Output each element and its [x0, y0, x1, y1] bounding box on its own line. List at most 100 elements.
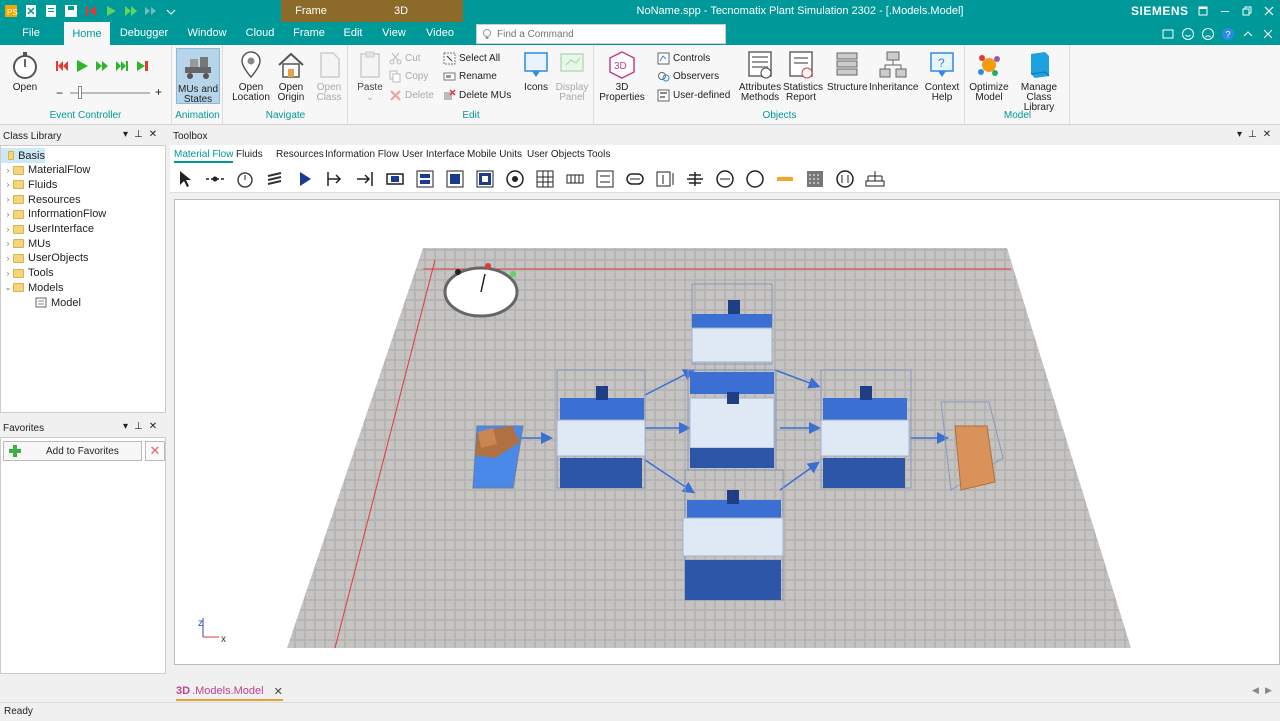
- sorter-icon[interactable]: [834, 168, 856, 190]
- tab-debugger[interactable]: Debugger: [118, 22, 170, 45]
- flow-control-icon[interactable]: [864, 168, 886, 190]
- expander-icon[interactable]: ›: [3, 166, 13, 175]
- assembly-icon[interactable]: [444, 168, 466, 190]
- expander-icon[interactable]: ›: [3, 269, 13, 278]
- turnplate-icon[interactable]: [684, 168, 706, 190]
- expander-icon[interactable]: ›: [3, 195, 13, 204]
- scroll-left-icon[interactable]: ◀: [1252, 685, 1259, 696]
- pane-close-icon[interactable]: ✕: [149, 129, 157, 140]
- pin-icon[interactable]: ⊥: [134, 421, 143, 432]
- tab-frame[interactable]: Frame: [290, 22, 328, 45]
- fullscreen-icon[interactable]: [1160, 26, 1176, 42]
- tree-item-models[interactable]: ⌄ Models: [1, 280, 64, 295]
- toolbox-tab-material-flow[interactable]: Material Flow: [174, 146, 234, 163]
- toolbox-tab-tools[interactable]: Tools: [587, 146, 610, 163]
- close-doc-icon[interactable]: [1260, 26, 1276, 42]
- remove-favorite-icon[interactable]: ✕: [145, 441, 165, 461]
- expander-icon[interactable]: ›: [3, 210, 13, 219]
- toolbox-tab-information-flow[interactable]: Information Flow: [325, 146, 399, 163]
- mus-and-states-button[interactable]: MUs and States: [176, 48, 220, 105]
- round-table-icon[interactable]: [714, 168, 736, 190]
- stop-button[interactable]: [135, 59, 149, 76]
- find-command-box[interactable]: [476, 24, 726, 44]
- optimize-model-button[interactable]: Optimize Model: [968, 49, 1010, 103]
- collapse-ribbon-icon[interactable]: [1240, 26, 1256, 42]
- expander-icon[interactable]: ⌄: [3, 283, 13, 292]
- help-window-icon[interactable]: [1192, 0, 1214, 22]
- pointer-icon[interactable]: [174, 168, 196, 190]
- pane-dropdown-icon[interactable]: ▾: [123, 129, 128, 140]
- delete-mus-button[interactable]: Delete MUs: [443, 87, 511, 104]
- toolbox-tab-fluids[interactable]: Fluids: [236, 146, 263, 163]
- pane-dropdown-icon[interactable]: ▾: [123, 421, 128, 432]
- dismantle-station-icon[interactable]: [474, 168, 496, 190]
- close-tab-icon[interactable]: ✕: [274, 685, 283, 698]
- reset-button[interactable]: [55, 59, 69, 76]
- copy-button[interactable]: Copy: [389, 68, 428, 85]
- doc-tab-model[interactable]: 3D .Models.Model ✕: [176, 683, 283, 701]
- select-all-button[interactable]: Select All: [443, 50, 500, 67]
- connector-icon[interactable]: [204, 168, 226, 190]
- expander-icon[interactable]: ›: [3, 254, 13, 263]
- new-file-icon[interactable]: [22, 2, 40, 20]
- paste-button[interactable]: Paste ⌄: [353, 49, 387, 103]
- observers-button[interactable]: Observers: [657, 68, 719, 85]
- speed-minus-icon[interactable]: −: [56, 86, 63, 100]
- angular-converter-icon[interactable]: [624, 168, 646, 190]
- open-location-button[interactable]: Open Location: [232, 49, 270, 103]
- display-panel-button[interactable]: Display Panel: [553, 49, 591, 103]
- context-help-button[interactable]: ? Context Help: [923, 49, 961, 103]
- tree-item-materialflow[interactable]: › MaterialFlow: [1, 163, 91, 178]
- feedback-smile-icon[interactable]: [1180, 26, 1196, 42]
- pin-icon[interactable]: ⊥: [1248, 129, 1257, 140]
- store-icon[interactable]: [534, 168, 556, 190]
- pane-close-icon[interactable]: ✕: [1263, 129, 1271, 140]
- parallel-proc-icon[interactable]: [414, 168, 436, 190]
- turntable-icon[interactable]: [654, 168, 676, 190]
- statistics-report-button[interactable]: Statistics Report: [783, 49, 823, 103]
- source-icon[interactable]: [324, 168, 346, 190]
- feedback-frown-icon[interactable]: [1200, 26, 1216, 42]
- speed-plus-icon[interactable]: +: [155, 85, 162, 99]
- close-window-icon[interactable]: [1258, 0, 1280, 22]
- 3d-viewport[interactable]: z x: [174, 199, 1280, 665]
- open-origin-button[interactable]: Open Origin: [272, 49, 310, 103]
- speed-slider[interactable]: [70, 86, 150, 99]
- single-proc-icon[interactable]: [384, 168, 406, 190]
- icons-button[interactable]: Icons: [519, 49, 553, 93]
- rename-button[interactable]: Rename: [443, 68, 497, 85]
- line-icon[interactable]: [594, 168, 616, 190]
- pin-icon[interactable]: ⊥: [134, 129, 143, 140]
- single-proc-3[interactable]: [687, 369, 777, 471]
- tab-home[interactable]: Home: [64, 22, 110, 45]
- save-icon[interactable]: [62, 2, 80, 20]
- frame-icon[interactable]: [264, 168, 286, 190]
- tree-item-informationflow[interactable]: › InformationFlow: [1, 207, 107, 222]
- toolbox-tab-user-interface[interactable]: User Interface: [402, 146, 465, 163]
- 3d-scene[interactable]: z x: [175, 200, 1280, 665]
- user-defined-button[interactable]: User-defined: [657, 87, 730, 104]
- inheritance-button[interactable]: Inheritance: [869, 49, 918, 93]
- expander-icon[interactable]: ›: [3, 239, 13, 248]
- app-logo-icon[interactable]: PS: [2, 2, 20, 20]
- open-class-button[interactable]: Open Class: [312, 49, 346, 103]
- tab-window[interactable]: Window: [184, 22, 230, 45]
- drain-icon[interactable]: [354, 168, 376, 190]
- tab-cloud[interactable]: Cloud: [240, 22, 280, 45]
- add-to-favorites-button[interactable]: Add to Favorites: [3, 441, 142, 461]
- transfer-station-icon[interactable]: [744, 168, 766, 190]
- 3d-properties-button[interactable]: 3D 3D Properties: [597, 49, 647, 103]
- tab-video[interactable]: Video: [422, 22, 458, 45]
- toolbox-tab-resources[interactable]: Resources: [276, 146, 324, 163]
- weight-dependent-track-icon[interactable]: [804, 168, 826, 190]
- expander-icon[interactable]: ›: [3, 225, 13, 234]
- toolbox-tab-user-objects[interactable]: User Objects: [527, 146, 585, 163]
- shift-station-icon[interactable]: [504, 168, 526, 190]
- customize-qat-icon[interactable]: [162, 2, 180, 20]
- find-command-input[interactable]: [493, 28, 725, 40]
- manage-class-library-button[interactable]: Manage Class Library: [1010, 49, 1068, 113]
- help-icon[interactable]: ?: [1220, 26, 1236, 42]
- tab-view[interactable]: View: [378, 22, 410, 45]
- cycle-icon[interactable]: [564, 168, 586, 190]
- tree-item-fluids[interactable]: › Fluids: [1, 177, 58, 192]
